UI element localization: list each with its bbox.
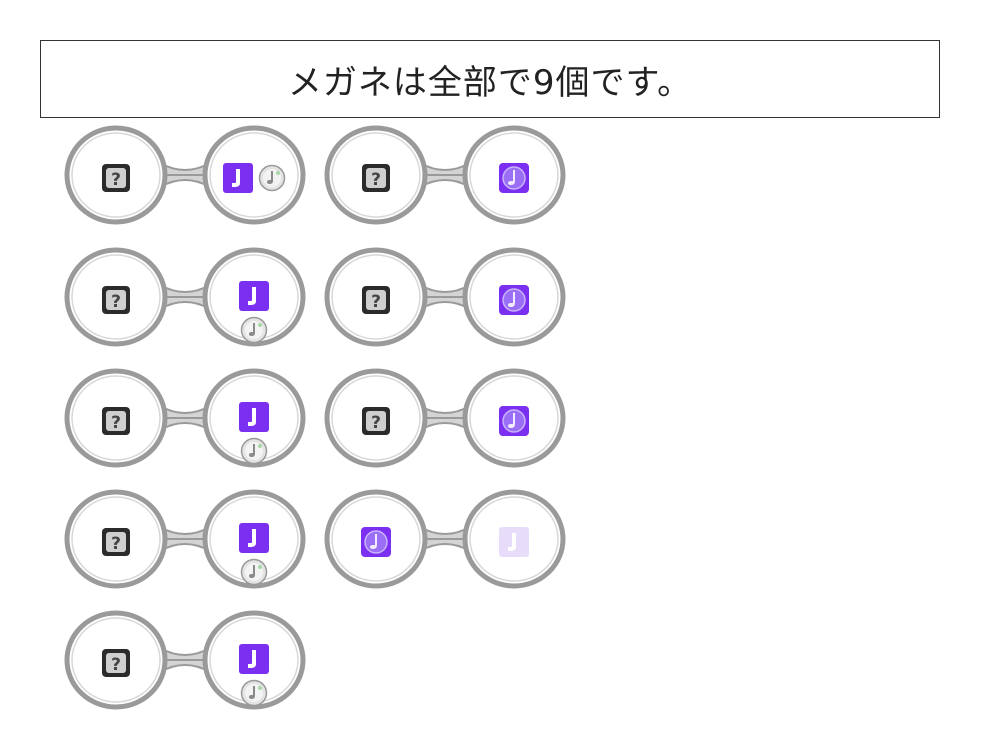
glasses-9 <box>322 485 568 593</box>
glasses-1: ? <box>62 121 308 229</box>
glasses-frame <box>324 125 566 225</box>
svg-text:?: ? <box>111 170 121 190</box>
svg-text:?: ? <box>371 170 381 190</box>
glasses-3: ? <box>62 364 308 472</box>
glasses-7: ? <box>322 243 568 351</box>
note-disc-tile-icon <box>498 284 530 320</box>
svg-text:?: ? <box>371 413 381 433</box>
note-tile-icon <box>238 643 270 679</box>
glasses-frame <box>64 610 306 710</box>
svg-text:?: ? <box>111 534 121 554</box>
glasses-6: ? <box>322 121 568 229</box>
glasses-frame <box>64 368 306 468</box>
note-tile-icon <box>222 162 254 198</box>
title-text: メガネは全部で9個です。 <box>287 62 693 103</box>
note-tile-icon <box>238 280 270 316</box>
glasses-4: ? <box>62 485 308 593</box>
unknown-box-icon: ? <box>100 405 132 441</box>
unknown-box-icon: ? <box>100 162 132 198</box>
note-disc-icon <box>240 558 268 590</box>
glasses-frame <box>64 489 306 589</box>
glasses-frame <box>64 247 306 347</box>
note-disc-tile-icon <box>498 405 530 441</box>
glasses-2: ? <box>62 243 308 351</box>
glasses-frame <box>324 368 566 468</box>
note-tile-icon <box>238 522 270 558</box>
note-tile-icon <box>238 401 270 437</box>
unknown-box-icon: ? <box>360 162 392 198</box>
unknown-box-icon: ? <box>100 284 132 320</box>
note-disc-icon <box>240 679 268 711</box>
note-disc-icon <box>258 164 286 196</box>
svg-text:?: ? <box>111 292 121 312</box>
glasses-frame <box>324 489 566 589</box>
svg-text:?: ? <box>111 655 121 675</box>
svg-text:?: ? <box>111 413 121 433</box>
title-box: メガネは全部で9個です。 <box>40 40 940 118</box>
note-disc-icon <box>240 316 268 348</box>
note-disc-icon <box>240 437 268 469</box>
glasses-5: ? <box>62 606 308 714</box>
glasses-frame <box>324 247 566 347</box>
unknown-box-icon: ? <box>360 405 392 441</box>
glasses-8: ? <box>322 364 568 472</box>
faded-note-tile-icon <box>498 526 530 562</box>
unknown-box-icon: ? <box>100 647 132 683</box>
unknown-box-icon: ? <box>360 284 392 320</box>
unknown-box-icon: ? <box>100 526 132 562</box>
note-disc-tile-icon <box>498 162 530 198</box>
svg-text:?: ? <box>371 292 381 312</box>
note-disc-tile-icon <box>360 526 392 562</box>
